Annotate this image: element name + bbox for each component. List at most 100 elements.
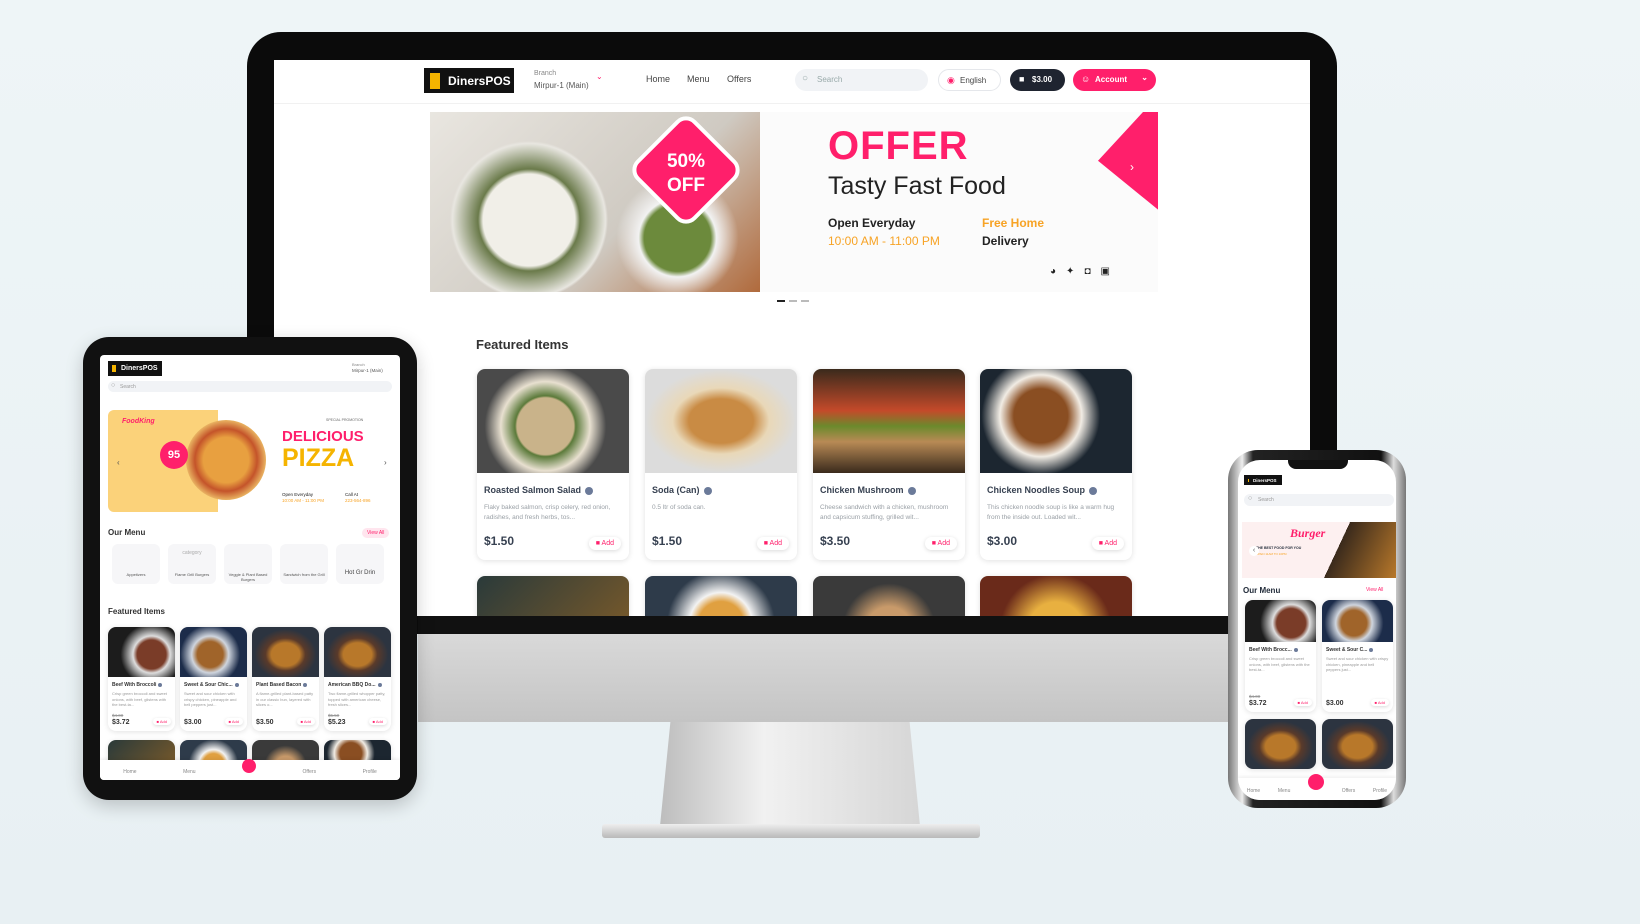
nav-offers[interactable]: Offers: [727, 74, 751, 84]
item-image: [252, 627, 319, 677]
logo[interactable]: DinersPOS: [1244, 475, 1282, 485]
info-icon[interactable]: [703, 486, 712, 495]
view-all-link[interactable]: View All: [362, 528, 390, 538]
category-item[interactable]: Veggie & Plant Based Burgers: [224, 544, 272, 584]
cart-fab[interactable]: [242, 759, 257, 773]
info-icon[interactable]: [585, 486, 594, 495]
promo-banner[interactable]: 50% OFF OFFER Tasty Fast Food Open Every…: [430, 112, 1158, 292]
item-price: $3.72: [1249, 700, 1267, 707]
add-button[interactable]: ■ Add: [588, 537, 621, 550]
item-image: [980, 369, 1132, 473]
language-selector[interactable]: ◉ English: [938, 69, 1001, 91]
item-card[interactable]: Plant Based Bacon A flame-grilled plant-…: [252, 627, 319, 731]
banner-title: DELICIOUS: [282, 428, 364, 445]
branch-selector[interactable]: Mirpur-1 (Main): [352, 368, 383, 373]
item-name: Beef With Broccoli: [112, 682, 157, 688]
slide-dot-active[interactable]: [777, 300, 785, 302]
cart-button[interactable]: ■ $3.00: [1010, 69, 1065, 91]
nav-home[interactable]: Home: [1247, 788, 1260, 800]
item-card[interactable]: Chicken Mushroom Cheese sandwich with a …: [813, 369, 965, 560]
item-card[interactable]: Sweet & Sour Chic... Sweet and sour chic…: [180, 627, 247, 731]
category-item[interactable]: Appetizers: [112, 544, 160, 584]
next-slide-icon[interactable]: ›: [384, 458, 387, 467]
item-name: Plant Based Bacon: [256, 682, 302, 688]
item-card[interactable]: Sweet & Sour C... Sweet and sour chicken…: [1322, 600, 1393, 712]
item-card[interactable]: [1245, 719, 1316, 769]
instagram-icon[interactable]: ◘: [1084, 266, 1090, 277]
info-icon[interactable]: [377, 682, 382, 687]
item-card[interactable]: [645, 576, 797, 616]
item-description: 0.5 ltr of soda can.: [652, 504, 706, 511]
add-button[interactable]: ■ Add: [924, 537, 957, 550]
add-button[interactable]: ■ Add: [1294, 699, 1312, 706]
item-card[interactable]: Roasted Salmon Salad Flaky baked salmon,…: [477, 369, 629, 560]
item-old-price: $4.00: [112, 713, 124, 718]
item-card[interactable]: [980, 576, 1132, 616]
prev-slide-icon[interactable]: ‹: [117, 458, 120, 467]
logo[interactable]: DinersPOS: [108, 361, 162, 376]
nav-offers[interactable]: Offers: [303, 769, 317, 780]
nav-home[interactable]: Home: [646, 74, 670, 84]
search-input[interactable]: ○ Search: [108, 381, 392, 392]
promo-banner[interactable]: Burger THE BEST FOOD FOR YOU OPEN 11AM T…: [1242, 522, 1396, 578]
item-card[interactable]: Chicken Noodles Soup This chicken noodle…: [980, 369, 1132, 560]
twitter-icon[interactable]: ✦: [1066, 266, 1074, 277]
globe-icon: ◉: [947, 75, 955, 85]
search-input[interactable]: ○ Search: [1244, 494, 1394, 506]
add-button[interactable]: ■ Add: [1091, 537, 1124, 550]
item-card[interactable]: [1322, 719, 1393, 769]
our-menu-title: Our Menu: [1243, 586, 1281, 595]
slide-dot[interactable]: [789, 300, 797, 302]
add-button[interactable]: ■ Add: [1371, 699, 1389, 706]
next-slide-icon[interactable]: ›: [1130, 160, 1134, 174]
info-icon[interactable]: [1293, 647, 1298, 652]
category-item[interactable]: category Flame Grill Burgers: [168, 544, 216, 584]
chevron-down-icon[interactable]: ⌄: [596, 72, 603, 81]
item-price: $3.50: [820, 534, 851, 548]
category-item[interactable]: Hot Gr Drin: [336, 544, 384, 584]
prev-slide-icon[interactable]: ‹: [1249, 546, 1259, 556]
add-button[interactable]: ■ Add: [369, 718, 387, 725]
add-button[interactable]: ■ Add: [297, 718, 315, 725]
search-input[interactable]: ○ Search: [795, 69, 928, 91]
info-icon[interactable]: [158, 682, 163, 687]
whatsapp-icon[interactable]: ◕: [1050, 266, 1056, 277]
item-card[interactable]: [477, 576, 629, 616]
desktop-screen: DinersPOS Branch Mirpur-1 (Main) ⌄ Home …: [274, 60, 1310, 616]
add-button[interactable]: ■ Add: [153, 718, 171, 725]
nav-menu[interactable]: Menu: [1278, 788, 1291, 800]
info-icon[interactable]: [907, 486, 916, 495]
nav-offers[interactable]: Offers: [1342, 788, 1356, 800]
nav-menu[interactable]: Menu: [687, 74, 710, 84]
slide-dot[interactable]: [801, 300, 809, 302]
search-icon: ○: [1248, 495, 1253, 502]
item-price: $5.23: [328, 719, 346, 726]
promo-banner[interactable]: FoodKing 95 SPECIAL PROMOTION DELICIOUS …: [108, 410, 398, 512]
account-button[interactable]: ☺ Account ⌄: [1073, 69, 1156, 91]
info-icon[interactable]: [1089, 486, 1098, 495]
add-button[interactable]: ■ Add: [756, 537, 789, 550]
nav-profile[interactable]: Profile: [1373, 788, 1387, 800]
view-all-link[interactable]: View All: [1366, 587, 1383, 593]
nav-profile[interactable]: Profile: [363, 769, 377, 780]
nav-menu[interactable]: Menu: [183, 769, 196, 780]
info-icon[interactable]: [303, 682, 308, 687]
logo[interactable]: DinersPOS: [424, 68, 514, 93]
info-icon[interactable]: [234, 682, 239, 687]
cart-fab[interactable]: [1308, 774, 1325, 790]
add-button[interactable]: ■ Add: [225, 718, 243, 725]
item-card[interactable]: American BBQ Do... Two flame-grilled who…: [324, 627, 391, 731]
item-card[interactable]: Soda (Can) 0.5 ltr of soda can. $1.50 ■ …: [645, 369, 797, 560]
info-icon[interactable]: [1369, 647, 1374, 652]
item-card[interactable]: Beef With Broccoli Crisp green broccoli …: [108, 627, 175, 731]
item-card[interactable]: Beef With Brocc... Crisp green broccoli …: [1245, 600, 1316, 712]
facebook-icon[interactable]: ▣: [1100, 266, 1109, 277]
banner-title: OFFER: [828, 124, 969, 168]
item-card[interactable]: [813, 576, 965, 616]
item-description: Crisp green broccoli and sweet onions, w…: [1249, 656, 1310, 673]
nav-home[interactable]: Home: [123, 769, 136, 780]
branch-selector[interactable]: Mirpur-1 (Main): [534, 81, 589, 90]
banner-title: Burger: [1290, 526, 1326, 540]
category-item[interactable]: Sandwich from the Grill: [280, 544, 328, 584]
item-image: [813, 369, 965, 473]
